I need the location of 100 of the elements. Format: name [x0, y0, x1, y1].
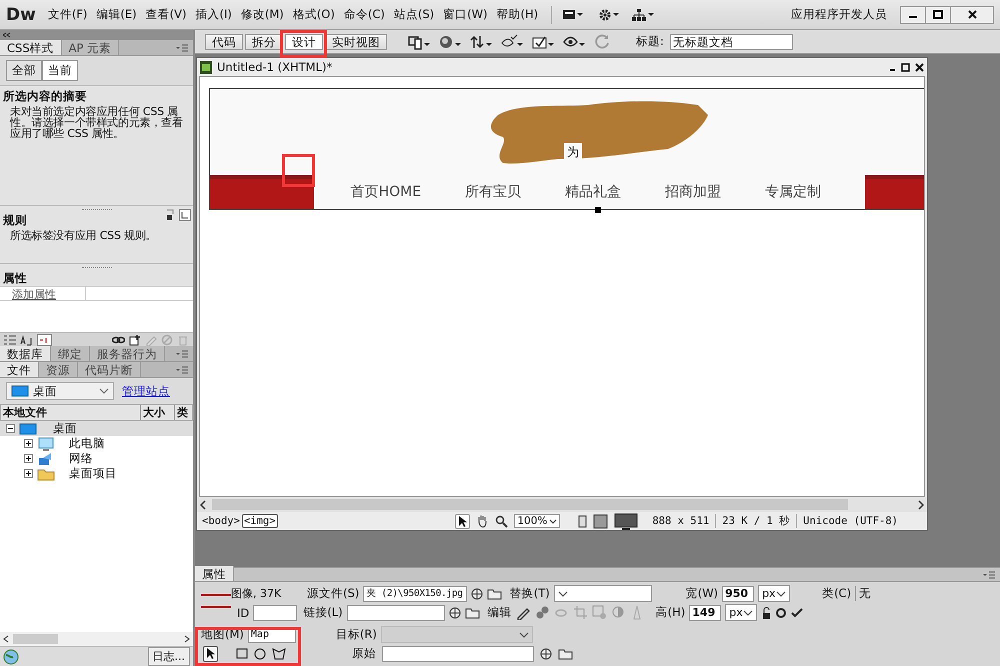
panel-menu-icon[interactable] — [175, 42, 189, 52]
link-field[interactable] — [346, 604, 445, 620]
transfer-icon[interactable] — [470, 34, 492, 50]
menu-item[interactable]: 插入(I) — [196, 7, 232, 22]
rectangle-hotspot-icon[interactable] — [236, 647, 248, 660]
source-field[interactable]: 夹 (2)\950X150.jpg — [363, 586, 467, 602]
devices-icon[interactable] — [408, 34, 430, 50]
zoom-dropdown[interactable]: 100% — [514, 514, 560, 528]
column-header[interactable]: 本地文件 — [1, 405, 141, 420]
site-dropdown[interactable]: 桌面 — [6, 382, 114, 400]
sort-icon[interactable] — [20, 334, 33, 346]
mode-button[interactable]: 当前 — [42, 60, 78, 81]
scrollbar-thumb[interactable] — [212, 499, 848, 510]
maximize-button[interactable] — [925, 6, 951, 24]
workspace-switcher[interactable]: 应用程序开发人员 — [791, 7, 887, 22]
tree-item[interactable]: 此电脑 — [69, 436, 105, 451]
scroll-right-icon[interactable] — [184, 635, 190, 643]
phone-size-icon[interactable] — [578, 514, 588, 528]
id-field[interactable] — [253, 604, 298, 620]
scrollbar-thumb[interactable] — [13, 634, 58, 644]
panel-tab[interactable]: 属性 — [195, 566, 234, 581]
settings-icon[interactable] — [598, 8, 620, 22]
height-field[interactable]: 149 — [689, 604, 722, 620]
scroll-left-icon[interactable] — [3, 635, 9, 643]
collapse-icon[interactable] — [6, 424, 15, 433]
add-property-link[interactable]: 添加属性 — [0, 287, 86, 300]
close-button[interactable] — [950, 6, 994, 24]
column-header[interactable]: 大小 — [141, 405, 175, 420]
select-tool-button[interactable] — [455, 514, 470, 528]
point-to-file-icon[interactable] — [448, 606, 461, 618]
title-field[interactable]: 无标题文档 — [670, 34, 793, 50]
collapse-panel-icon[interactable] — [3, 32, 11, 38]
width-field[interactable]: 950 — [722, 586, 754, 602]
mode-button[interactable]: 全部 — [6, 60, 42, 81]
pointer-hotspot-button[interactable] — [203, 646, 218, 662]
expand-icon[interactable] — [24, 439, 33, 448]
menu-item[interactable]: 文件(F) — [48, 7, 88, 22]
original-field[interactable] — [382, 646, 534, 662]
show-info-icon[interactable] — [166, 209, 176, 221]
tag-selector[interactable]: <body> — [200, 514, 242, 528]
sitemap-icon[interactable] — [632, 8, 656, 22]
menu-item[interactable]: 窗口(W) — [443, 7, 488, 22]
panel-tab[interactable]: CSS样式 — [0, 40, 62, 55]
menu-item[interactable]: 格式(O) — [292, 7, 335, 22]
panel-tab[interactable]: AP 元素 — [62, 40, 120, 55]
checkmark-icon[interactable] — [791, 607, 804, 618]
menu-item[interactable]: 修改(M) — [240, 7, 284, 22]
expand-icon[interactable] — [24, 454, 33, 463]
panel-tab[interactable]: 文件 — [0, 362, 39, 377]
zoom-icon[interactable] — [495, 514, 508, 528]
panel-tab[interactable]: 代码片断 — [78, 362, 141, 377]
panel-menu-icon[interactable] — [175, 348, 189, 358]
unit-dropdown[interactable]: px — [725, 604, 758, 621]
view-button[interactable]: 拆分 — [245, 34, 283, 50]
expand-icon[interactable] — [24, 469, 33, 478]
minimize-button[interactable] — [900, 6, 926, 24]
panel-menu-icon[interactable] — [982, 570, 996, 580]
polygon-hotspot-icon[interactable] — [272, 647, 286, 660]
scroll-left-icon[interactable] — [200, 500, 206, 510]
panel-tab[interactable]: 服务器行为 — [90, 346, 165, 361]
panel-tab[interactable]: 资源 — [39, 362, 78, 377]
view-button[interactable]: 设计 — [285, 34, 323, 50]
window-size[interactable]: 888 x 511 — [652, 515, 710, 527]
log-button[interactable]: 日志... — [148, 647, 190, 666]
panel-menu-icon[interactable] — [175, 364, 189, 374]
column-header[interactable]: 类 — [175, 405, 194, 420]
menu-item[interactable]: 查看(V) — [146, 7, 187, 22]
panel-tab[interactable]: 数据库 — [0, 346, 51, 361]
menu-item[interactable]: 帮助(H) — [496, 7, 538, 22]
unit-dropdown[interactable]: px — [758, 585, 790, 602]
lock-icon[interactable] — [761, 606, 772, 618]
point-to-file-icon[interactable] — [540, 648, 552, 660]
scroll-right-icon[interactable] — [918, 500, 924, 510]
tree-item[interactable]: 网络 — [69, 451, 93, 466]
set-properties-icon[interactable] — [37, 334, 52, 346]
tablet-size-icon[interactable] — [593, 514, 608, 528]
view-button[interactable]: 实时视图 — [325, 34, 387, 50]
close-icon[interactable] — [915, 62, 924, 72]
circle-hotspot-icon[interactable] — [254, 647, 266, 660]
menu-item[interactable]: 编辑(E) — [96, 7, 137, 22]
tag-selector[interactable]: <img> — [242, 514, 278, 528]
folder-icon[interactable] — [464, 606, 480, 619]
category-view-icon[interactable] — [4, 334, 16, 346]
menu-item[interactable]: 命令(C) — [344, 7, 385, 22]
tree-item[interactable]: 桌面项目 — [69, 466, 117, 481]
eye-check-icon[interactable] — [501, 34, 523, 50]
manage-sites-link[interactable]: 管理站点 — [122, 384, 170, 398]
layout-icon[interactable] — [562, 8, 584, 21]
maximize-icon[interactable] — [901, 62, 910, 72]
point-to-file-icon[interactable] — [470, 588, 483, 600]
cascade-icon[interactable] — [179, 209, 191, 221]
tree-item[interactable]: 桌面 — [53, 421, 77, 436]
alt-dropdown[interactable] — [554, 585, 652, 602]
panel-tab[interactable]: 绑定 — [51, 346, 90, 361]
globe-icon[interactable] — [439, 34, 461, 50]
class-dropdown[interactable]: 无 — [855, 586, 872, 601]
menu-item[interactable]: 站点(S) — [394, 7, 434, 22]
view-button[interactable]: 代码 — [205, 34, 243, 50]
folder-icon[interactable] — [558, 647, 573, 660]
desktop-size-icon[interactable] — [614, 512, 638, 530]
